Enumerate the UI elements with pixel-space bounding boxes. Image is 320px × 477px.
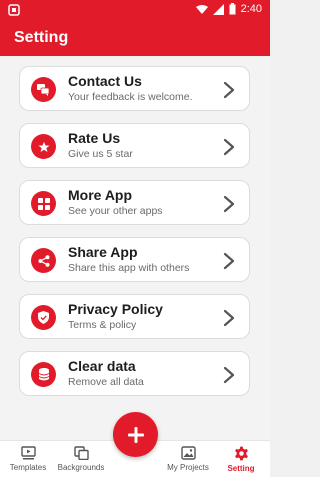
clear-data-item[interactable]: Clear data Remove all data: [19, 351, 250, 396]
item-title: Clear data: [68, 358, 136, 374]
grid-icon: [31, 191, 56, 216]
share-icon: [31, 248, 56, 273]
tab-label: My Projects: [167, 463, 209, 472]
star-icon: [31, 134, 56, 159]
add-button[interactable]: [113, 412, 158, 457]
notification-icon: [8, 4, 20, 16]
plus-icon: [127, 426, 144, 443]
chevron-right-icon: [223, 81, 235, 99]
tab-label: Backgrounds: [57, 463, 105, 472]
item-subtitle: See your other apps: [68, 205, 163, 217]
database-icon: [31, 362, 56, 387]
item-subtitle: Remove all data: [68, 376, 144, 388]
rate-us-item[interactable]: Rate Us Give us 5 star: [19, 123, 250, 168]
item-title: Share App: [68, 244, 138, 260]
shield-icon: [31, 305, 56, 330]
item-title: More App: [68, 187, 133, 203]
backgrounds-icon: [73, 446, 89, 460]
item-subtitle: Your feedback is welcome.: [68, 91, 193, 103]
chevron-right-icon: [223, 195, 235, 213]
tab-templates[interactable]: Templates: [8, 441, 48, 477]
wifi-icon: [195, 4, 208, 14]
tab-label: Templates: [9, 463, 47, 472]
chevron-right-icon: [223, 366, 235, 384]
chevron-right-icon: [223, 309, 235, 327]
item-title: Privacy Policy: [68, 301, 163, 317]
settings-list: Contact Us Your feedback is welcome. Rat…: [0, 56, 270, 440]
templates-icon: [20, 446, 36, 460]
status-bar: 2:40: [0, 0, 270, 20]
share-app-item[interactable]: Share App Share this app with others: [19, 237, 250, 282]
contact-us-item[interactable]: Contact Us Your feedback is welcome.: [19, 66, 250, 111]
more-app-item[interactable]: More App See your other apps: [19, 180, 250, 225]
image-icon: [180, 446, 196, 460]
item-title: Contact Us: [68, 73, 142, 89]
item-subtitle: Give us 5 star: [68, 148, 133, 160]
item-title: Rate Us: [68, 130, 121, 146]
chevron-right-icon: [223, 252, 235, 270]
tab-label: Setting: [227, 464, 255, 473]
chevron-right-icon: [223, 138, 235, 156]
page-title: Setting: [14, 29, 69, 46]
clock: 2:40: [240, 3, 262, 15]
tab-setting[interactable]: Setting: [222, 441, 260, 477]
app-bar: Setting: [0, 20, 270, 56]
battery-icon: [229, 3, 236, 15]
privacy-policy-item[interactable]: Privacy Policy Terms & policy: [19, 294, 250, 339]
tab-backgrounds[interactable]: Backgrounds: [56, 441, 106, 477]
gear-icon: [234, 446, 248, 461]
item-subtitle: Share this app with others: [68, 262, 190, 274]
item-subtitle: Terms & policy: [68, 319, 137, 331]
signal-icon: [212, 3, 224, 15]
tab-my-projects[interactable]: My Projects: [164, 441, 212, 477]
chat-icon: [31, 77, 56, 102]
